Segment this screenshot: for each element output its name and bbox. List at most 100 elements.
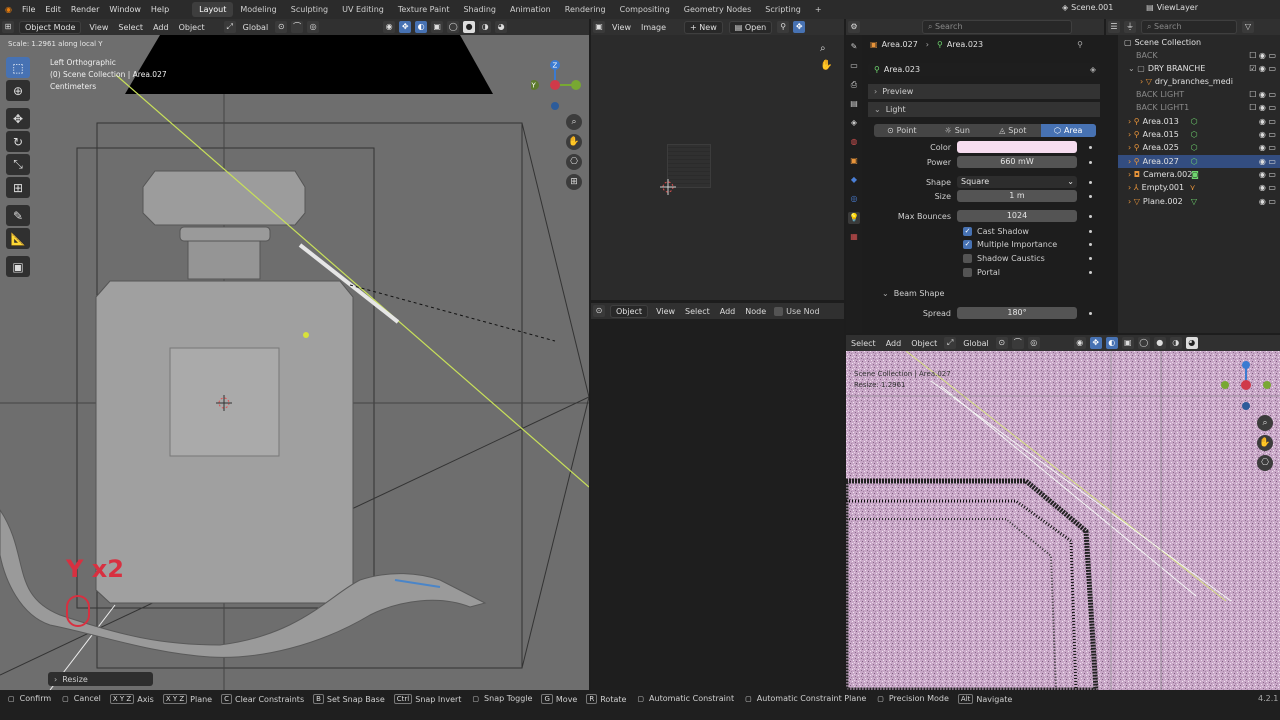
outliner-item-area-025[interactable]: › ⚲ Area.025 ⬡ ◉ ▭	[1118, 141, 1280, 154]
editor-type-icon[interactable]: ⊞	[2, 21, 14, 33]
visibility-eye-icon[interactable]: ◉ ▭	[1259, 157, 1276, 166]
power-field[interactable]: 660 mW	[957, 156, 1077, 168]
tab-modeling[interactable]: Modeling	[233, 2, 283, 17]
datablock-selector[interactable]: ⚲ Area.023 ◈	[868, 63, 1100, 76]
light-type-point[interactable]: ⊙ Point	[874, 124, 930, 137]
outliner-search[interactable]: ⌕ Search	[1141, 20, 1237, 34]
shading-wire-icon[interactable]: ◯	[447, 21, 460, 33]
outliner-item-dry-branche[interactable]: ⌄ ▢ DRY BRANCHE ☑ ◉ ▭	[1118, 62, 1280, 75]
2d-cursor-icon[interactable]	[660, 179, 676, 195]
world-tab-icon[interactable]: ◍	[848, 136, 860, 148]
outliner-item-back-light1[interactable]: BACK LIGHT1 ☐ ◉ ▭	[1118, 101, 1280, 114]
physics-tab-icon[interactable]: ◎	[848, 193, 860, 205]
outliner-item-area-015[interactable]: › ⚲ Area.015 ⬡ ◉ ▭	[1118, 128, 1280, 141]
fake-user-icon[interactable]: ◈	[1090, 65, 1096, 74]
pivot-icon[interactable]: ⊙	[275, 21, 288, 33]
proportional-icon[interactable]: ◎	[307, 21, 320, 33]
node-menu-select[interactable]: Select	[680, 307, 715, 316]
tab-texture-paint[interactable]: Texture Paint	[391, 2, 457, 17]
visibility-eye-icon[interactable]: ◉ ▭	[1259, 170, 1276, 179]
scene-tab-icon[interactable]: ◈	[848, 117, 860, 129]
render-shading-rendered-icon[interactable]: ◕	[1185, 337, 1198, 349]
output-tab-icon[interactable]: ⎙	[848, 79, 860, 91]
filter-icon[interactable]: ⏚	[1124, 21, 1136, 33]
tab-rendering[interactable]: Rendering	[558, 2, 613, 17]
portal-checkbox[interactable]	[963, 267, 972, 277]
image-editor-type-icon[interactable]: ▣	[593, 21, 605, 33]
orientation-dropdown[interactable]: Global	[238, 23, 274, 32]
outliner-item-back-light[interactable]: BACK LIGHT ☐ ◉ ▭	[1118, 88, 1280, 101]
overlay-toggle-icon[interactable]: ◐	[415, 21, 428, 33]
color-swatch[interactable]	[957, 141, 1077, 153]
render-orientation-dropdown[interactable]: Global	[958, 339, 994, 348]
light-type-sun[interactable]: ☼ Sun	[930, 124, 986, 137]
visibility-eye-icon[interactable]: ◉ ▭	[1259, 197, 1276, 206]
render-shading-wire-icon[interactable]: ◯	[1137, 337, 1150, 349]
node-editor-canvas[interactable]	[591, 319, 844, 690]
properties-type-icon[interactable]: ⚙	[848, 21, 860, 33]
render-xray-icon[interactable]: ▣	[1121, 337, 1134, 349]
blender-logo-icon[interactable]: ◉	[0, 5, 17, 14]
measure-tool-icon[interactable]: 📐	[6, 228, 30, 249]
grid-perspective-icon[interactable]: ⊞	[566, 174, 582, 190]
shading-rendered-icon[interactable]: ◕	[495, 21, 508, 33]
menu-file[interactable]: File	[17, 5, 40, 14]
visibility-eye-icon[interactable]: ◉ ▭	[1259, 183, 1276, 192]
visibility-icon[interactable]: ◉	[383, 21, 396, 33]
render-pan-icon[interactable]: ✋	[1257, 435, 1273, 451]
outliner-filter-icon[interactable]: ▽	[1242, 21, 1254, 33]
xray-icon[interactable]: ▣	[431, 21, 444, 33]
pin-icon[interactable]: ⚲	[777, 21, 790, 33]
bounces-field[interactable]: 1024	[957, 210, 1077, 222]
multiple-importance-row[interactable]: ✓ Multiple Importance	[862, 237, 1102, 251]
add-workspace-button[interactable]: +	[808, 2, 829, 17]
outliner-item-camera-002[interactable]: › ◘ Camera.002 ◙ ◉ ▭	[1118, 168, 1280, 181]
render-menu-select[interactable]: Select	[846, 339, 881, 348]
tab-uv-editing[interactable]: UV Editing	[335, 2, 391, 17]
outliner-item-area-013[interactable]: › ⚲ Area.013 ⬡ ◉ ▭	[1118, 115, 1280, 128]
outliner-item-area-027[interactable]: › ⚲ Area.027 ⬡ ◉ ▭	[1118, 155, 1280, 168]
render-shading-solid-icon[interactable]: ●	[1153, 337, 1166, 349]
image-gizmo-icon[interactable]: ✥	[793, 21, 806, 33]
node-menu-node[interactable]: Node	[740, 307, 771, 316]
outliner-item-plane-002[interactable]: › ▽ Plane.002 ▽ ◉ ▭	[1118, 195, 1280, 208]
render-navigation-gizmo[interactable]	[1220, 359, 1272, 414]
size-field[interactable]: 1 m	[957, 190, 1077, 202]
cursor-tool-icon[interactable]: ⊕	[6, 80, 30, 101]
render-camera-icon[interactable]: ⎔	[1257, 455, 1273, 471]
zoom-icon[interactable]: ⌕	[566, 114, 582, 130]
tab-shading[interactable]: Shading	[456, 2, 503, 17]
render-zoom-icon[interactable]: ⌕	[1257, 415, 1273, 431]
spread-field[interactable]: 180°	[957, 307, 1077, 319]
pan-hand-icon[interactable]: ✋	[566, 134, 582, 150]
menu-edit[interactable]: Edit	[40, 5, 66, 14]
menu-help[interactable]: Help	[146, 5, 174, 14]
node-editor-type-icon[interactable]: ⊙	[593, 305, 605, 317]
outliner-root[interactable]: ▢ Scene Collection	[1118, 36, 1280, 49]
render-proportional-icon[interactable]: ◎	[1027, 337, 1040, 349]
render-gizmo-icon[interactable]: ✥	[1089, 337, 1102, 349]
menu-render[interactable]: Render	[66, 5, 104, 14]
image-zoom-icon[interactable]: ⌕	[820, 43, 832, 54]
menu-window[interactable]: Window	[104, 5, 146, 14]
render-shading-material-icon[interactable]: ◑	[1169, 337, 1182, 349]
shading-solid-icon[interactable]: ●	[463, 21, 476, 33]
perfume-bottle[interactable]	[95, 170, 354, 604]
shading-material-icon[interactable]: ◑	[479, 21, 492, 33]
multiple-importance-checkbox[interactable]: ✓	[963, 239, 972, 249]
snap-icon[interactable]: ⌒	[291, 21, 304, 33]
render-pivot-icon[interactable]: ⊙	[995, 337, 1008, 349]
image-menu-image[interactable]: Image	[636, 23, 671, 32]
navigation-gizmo[interactable]: Z Y	[531, 55, 583, 110]
open-image-button[interactable]: ▤ Open	[728, 20, 773, 34]
texture-tab-icon[interactable]: ▦	[848, 231, 860, 243]
render-viewport[interactable]: Scene Collection | Area.027 Resize: 1.29…	[846, 351, 1280, 690]
rotate-tool-icon[interactable]: ↻	[6, 131, 30, 152]
image-menu-view[interactable]: View	[607, 23, 636, 32]
last-operator-panel[interactable]: › Resize	[48, 672, 153, 686]
light-type-area[interactable]: ⬡ Area	[1040, 124, 1096, 137]
image-editor-canvas[interactable]: ⌕ ✋	[591, 35, 844, 300]
exclude-checkbox-icon[interactable]: ☐ ◉ ▭	[1249, 51, 1276, 60]
scene-selector[interactable]: Scene.001	[1071, 3, 1126, 12]
tool-tab-icon[interactable]: ✎	[848, 41, 860, 53]
